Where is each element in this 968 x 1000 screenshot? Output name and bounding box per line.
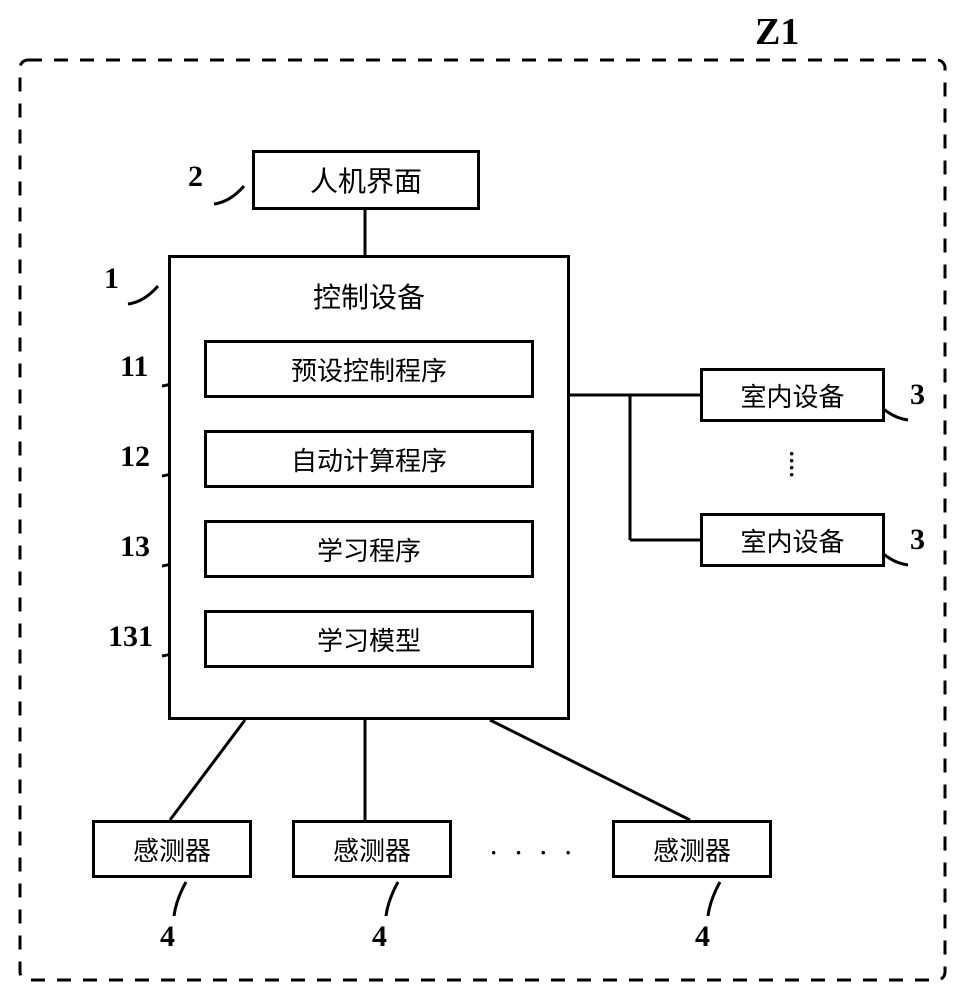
ref-hook-4b — [386, 882, 398, 916]
sensor-ellipsis: · · · · — [490, 840, 578, 866]
auto-text: 自动计算程序 — [291, 441, 447, 478]
preset-block: 预设控制程序 — [204, 340, 534, 398]
model-block: 学习模型 — [204, 610, 534, 668]
ref-hook-4a — [174, 882, 186, 916]
learn-text: 学习程序 — [317, 531, 421, 568]
ref-hook-2 — [214, 186, 244, 204]
model-ref: 131 — [108, 620, 153, 654]
indoor1-text: 室内设备 — [740, 377, 844, 414]
hmi-block: 人机界面 — [252, 150, 480, 210]
sensor-block-1: 感测器 — [92, 820, 252, 878]
sensor-block-2: 感测器 — [292, 820, 452, 878]
sensor1-text: 感测器 — [133, 831, 211, 868]
indoor2-text: 室内设备 — [740, 522, 844, 559]
hmi-text: 人机界面 — [310, 160, 422, 200]
auto-block: 自动计算程序 — [204, 430, 534, 488]
sensor2-text: 感测器 — [333, 831, 411, 868]
auto-ref: 12 — [120, 440, 150, 474]
indoor-block-2: 室内设备 — [700, 513, 885, 567]
indoor2-ref: 3 — [910, 523, 925, 557]
control-ref: 1 — [104, 262, 119, 296]
sensor2-ref: 4 — [372, 920, 387, 954]
system-label: Z1 — [755, 10, 799, 54]
hmi-ref: 2 — [188, 160, 203, 194]
sensor1-ref: 4 — [160, 920, 175, 954]
sensor3-ref: 4 — [695, 920, 710, 954]
learn-ref: 13 — [120, 530, 150, 564]
indoor-block-1: 室内设备 — [700, 368, 885, 422]
ref-hook-4c — [708, 882, 720, 916]
learn-block: 学习程序 — [204, 520, 534, 578]
preset-text: 预设控制程序 — [291, 351, 447, 388]
preset-ref: 11 — [120, 350, 148, 384]
sensor3-text: 感测器 — [653, 831, 731, 868]
indoor1-ref: 3 — [910, 378, 925, 412]
diagram-canvas: Z1 人机界面 2 控制设备 1 预设控制程序 11 自动计算程序 12 学习程… — [0, 0, 968, 1000]
sensor-block-3: 感测器 — [612, 820, 772, 878]
model-text: 学习模型 — [317, 621, 421, 658]
ref-hook-1 — [128, 286, 158, 304]
indoor-ellipsis: ···· — [788, 450, 801, 478]
control-title: 控制设备 — [171, 276, 567, 316]
